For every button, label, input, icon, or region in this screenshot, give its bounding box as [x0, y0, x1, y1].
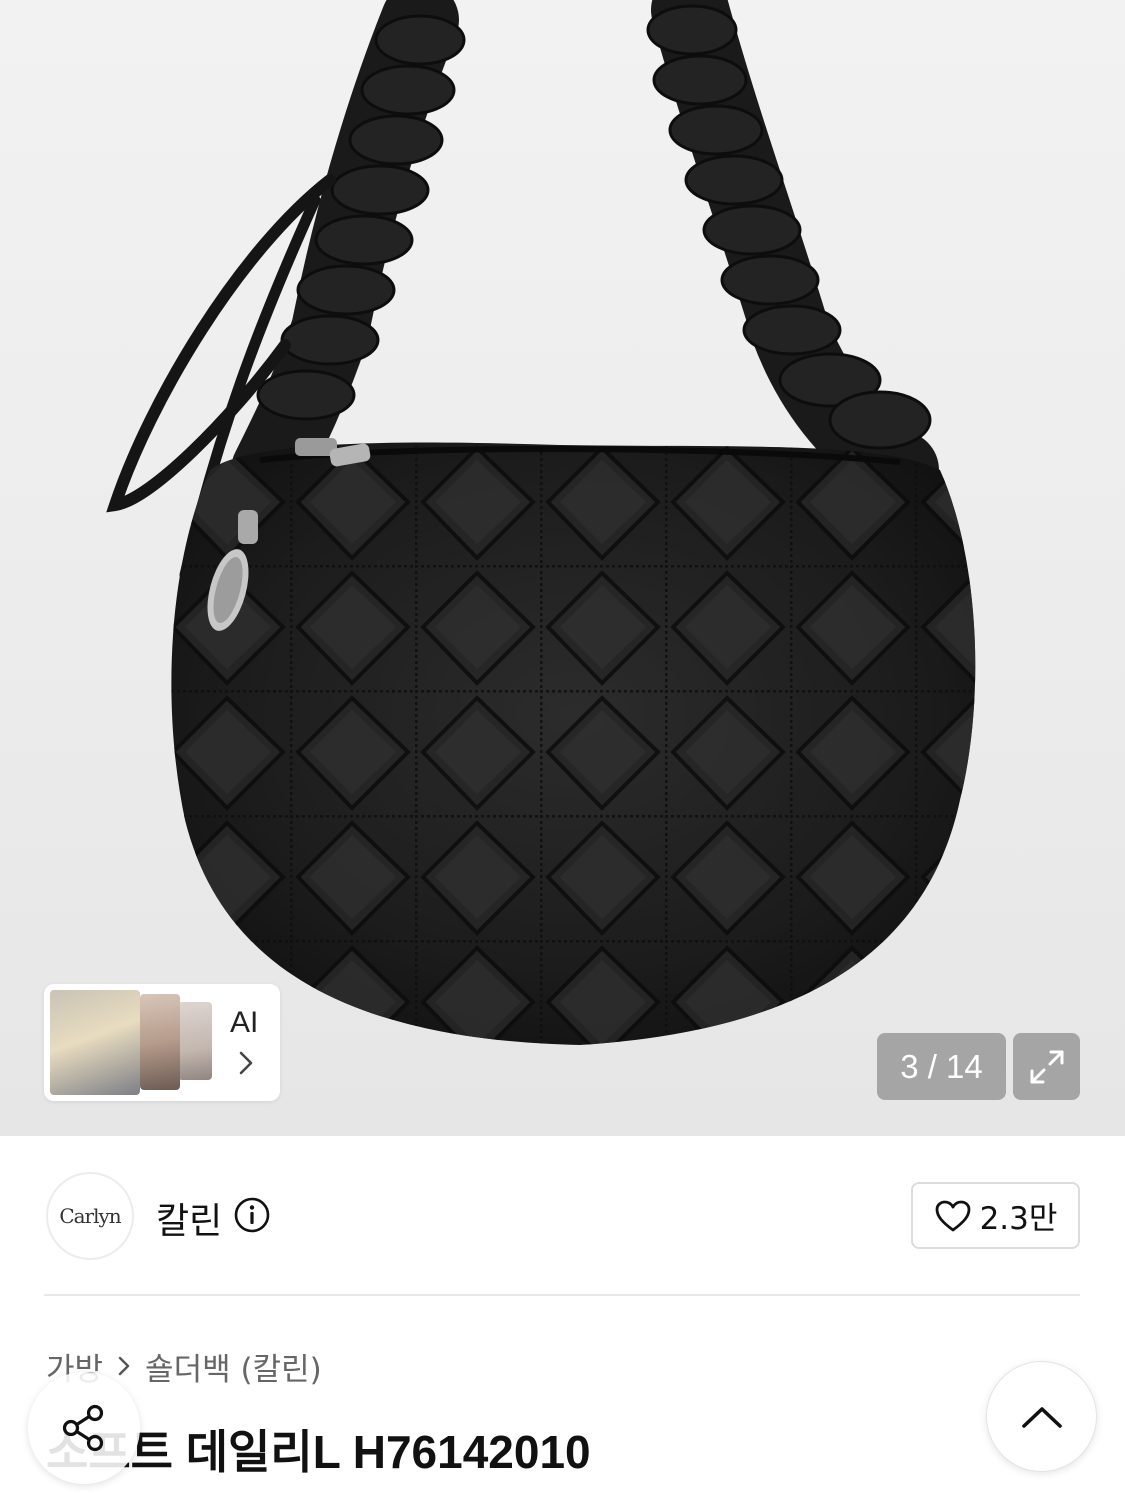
- chevron-right-icon: [118, 1356, 130, 1376]
- heart-icon: [935, 1200, 970, 1231]
- product-gallery[interactable]: AI 3 / 14: [0, 0, 1125, 1136]
- like-count: 2.3만: [979, 1201, 1058, 1237]
- ai-thumbnail: [178, 1002, 212, 1080]
- brand-name[interactable]: 칼린: [156, 1192, 222, 1244]
- brand-logo-text: Carlyn: [59, 1204, 121, 1228]
- chevron-up-icon: [1021, 1406, 1062, 1428]
- expand-button[interactable]: [1013, 1033, 1080, 1100]
- expand-icon: [1030, 1050, 1063, 1083]
- ai-thumbnail: [140, 994, 180, 1090]
- ai-thumbnail: [50, 990, 140, 1095]
- brand-row: Carlyn 칼린 2.3만: [0, 1136, 1125, 1296]
- share-icon: [62, 1404, 104, 1452]
- breadcrumb-item[interactable]: 숄더백 (칼린): [145, 1344, 322, 1389]
- share-button[interactable]: [28, 1372, 140, 1484]
- scroll-top-button[interactable]: [986, 1361, 1097, 1472]
- divider: [44, 1294, 1080, 1296]
- info-icon[interactable]: [233, 1196, 271, 1234]
- chevron-right-icon: [239, 1051, 253, 1075]
- image-page-counter: 3 / 14: [877, 1033, 1006, 1100]
- ai-label: AI: [230, 1006, 259, 1039]
- brand-logo[interactable]: Carlyn: [46, 1172, 134, 1260]
- product-image[interactable]: [0, 0, 1125, 1136]
- ai-styling-card[interactable]: AI: [44, 984, 280, 1101]
- like-button[interactable]: 2.3만: [911, 1182, 1080, 1249]
